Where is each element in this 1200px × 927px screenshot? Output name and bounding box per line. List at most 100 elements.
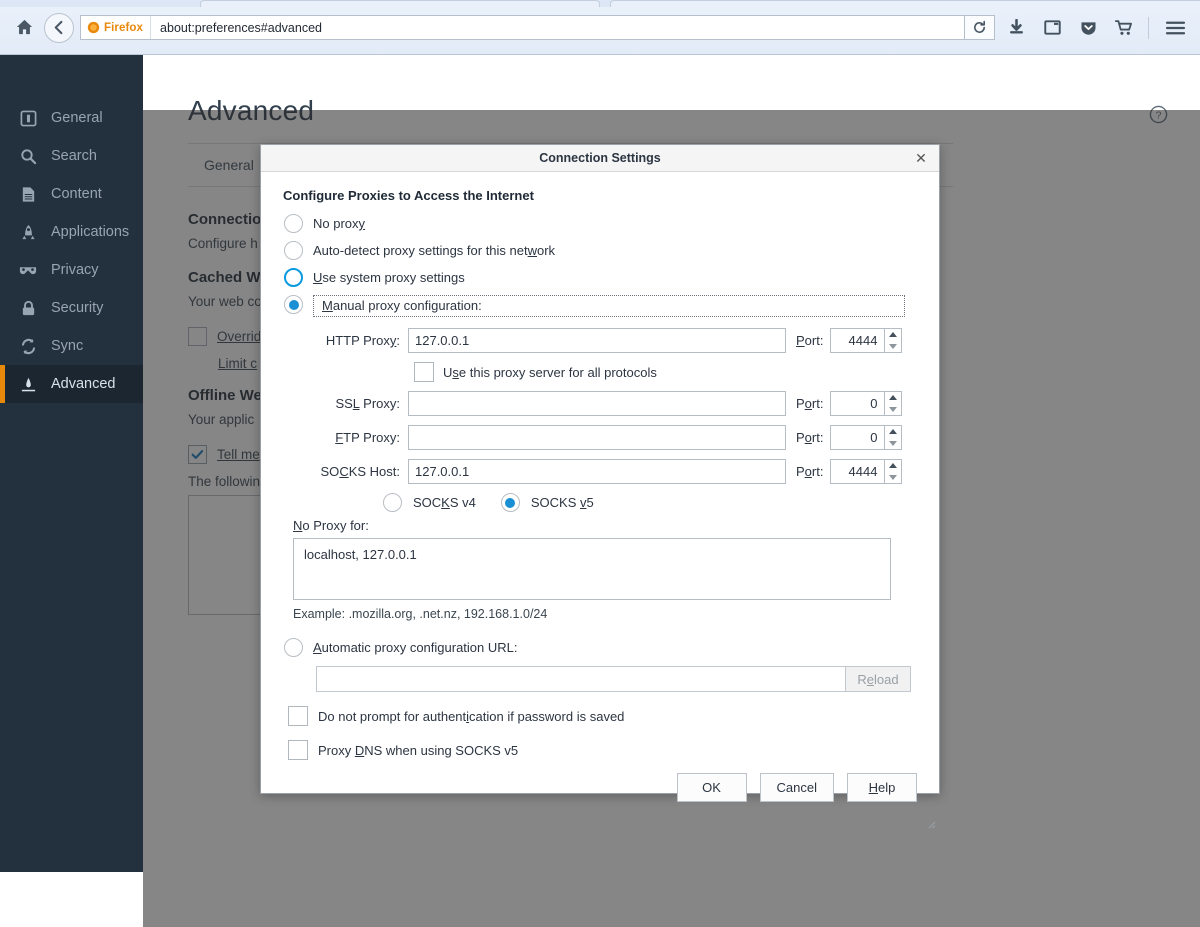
radio-label: No proxy xyxy=(313,216,365,231)
sidebar-item-search[interactable]: Search xyxy=(0,137,143,175)
preferences-sidebar: General Search Content Applications Priv xyxy=(0,55,143,872)
spinner-down-icon[interactable] xyxy=(889,441,897,446)
pocket-icon[interactable] xyxy=(1073,13,1103,43)
spinner-buttons[interactable] xyxy=(885,391,902,416)
back-arrow-icon xyxy=(52,20,67,35)
spinner-down-icon[interactable] xyxy=(889,407,897,412)
socks-v5-label: SOCKS v5 xyxy=(531,495,594,510)
http-port-input[interactable]: 4444 xyxy=(830,328,885,353)
radio-indicator[interactable] xyxy=(284,638,303,657)
tab-item[interactable] xyxy=(200,0,600,7)
no-proxy-for-textarea[interactable]: localhost, 127.0.0.1 xyxy=(293,538,891,600)
spinner-buttons[interactable] xyxy=(885,328,902,353)
hamburger-menu-icon[interactable] xyxy=(1160,13,1190,43)
proxy-dns-row[interactable]: Proxy DNS when using SOCKS v5 xyxy=(283,740,917,760)
pac-url-input[interactable] xyxy=(316,666,846,692)
no-auth-prompt-label: Do not prompt for authentication if pass… xyxy=(318,709,624,724)
browser-chrome: Firefox about:preferences#advanced xyxy=(0,0,1200,55)
no-proxy-example-text: Example: .mozilla.org, .net.nz, 192.168.… xyxy=(293,607,917,621)
radio-indicator[interactable] xyxy=(284,268,303,287)
dialog-resize-grip[interactable] xyxy=(924,816,936,828)
ftp-port-label: Port: xyxy=(786,430,830,445)
sidebar-item-advanced[interactable]: Advanced xyxy=(0,365,143,403)
socks-port-input[interactable]: 4444 xyxy=(830,459,885,484)
downloads-icon[interactable] xyxy=(1001,13,1031,43)
ssl-port-input[interactable]: 0 xyxy=(830,391,885,416)
firefox-logo-icon xyxy=(87,21,100,34)
cart-icon[interactable] xyxy=(1109,13,1139,43)
sidebar-item-content[interactable]: Content xyxy=(0,175,143,213)
sidebar-item-security[interactable]: Security xyxy=(0,289,143,327)
dialog-titlebar: Connection Settings ✕ xyxy=(261,145,939,172)
identity-label: Firefox xyxy=(104,22,143,34)
ftp-proxy-input[interactable] xyxy=(408,425,786,450)
connection-settings-dialog: Connection Settings ✕ Configure Proxies … xyxy=(260,144,940,794)
spinner-buttons[interactable] xyxy=(885,425,902,450)
pac-option-row: Automatic proxy configuration URL: Reloa… xyxy=(283,634,917,692)
dialog-footer: OK Cancel Help xyxy=(261,760,939,830)
dialog-body: Configure Proxies to Access the Internet… xyxy=(261,172,939,760)
http-proxy-input[interactable]: 127.0.0.1 xyxy=(408,328,786,353)
sidebar-item-sync[interactable]: Sync xyxy=(0,327,143,365)
spinner-up-icon[interactable] xyxy=(889,429,897,434)
radio-indicator[interactable] xyxy=(284,241,303,260)
sync-icon xyxy=(18,336,38,356)
home-icon[interactable] xyxy=(10,14,38,42)
sidebar-item-privacy[interactable]: Privacy xyxy=(0,251,143,289)
pac-reload-button[interactable]: Reload xyxy=(846,666,911,692)
use-for-all-protocols-row[interactable]: Use this proxy server for all protocols xyxy=(414,362,917,382)
radio-indicator[interactable] xyxy=(284,214,303,233)
use-for-all-protocols-checkbox[interactable] xyxy=(414,362,434,382)
socks-port-stepper[interactable]: 4444 xyxy=(830,459,902,484)
spinner-down-icon[interactable] xyxy=(889,475,897,480)
url-text[interactable]: about:preferences#advanced xyxy=(151,21,322,35)
no-auth-prompt-checkbox[interactable] xyxy=(288,706,308,726)
cancel-button[interactable]: Cancel xyxy=(760,773,834,802)
radio-label: Manual proxy configuration: xyxy=(322,298,482,313)
use-for-all-protocols-label: Use this proxy server for all protocols xyxy=(443,365,657,380)
radio-no-proxy[interactable]: No proxy xyxy=(283,210,917,237)
radio-label: Automatic proxy configuration URL: xyxy=(313,640,517,655)
sidebar-item-label: Applications xyxy=(51,224,129,240)
url-bar[interactable]: Firefox about:preferences#advanced xyxy=(80,15,965,40)
spinner-up-icon[interactable] xyxy=(889,395,897,400)
radio-automatic-pac[interactable]: Automatic proxy configuration URL: xyxy=(283,634,917,661)
help-button[interactable]: Help xyxy=(847,773,917,802)
proxy-dns-checkbox[interactable] xyxy=(288,740,308,760)
reload-icon[interactable] xyxy=(965,15,995,40)
sidebar-item-general[interactable]: General xyxy=(0,99,143,137)
close-icon[interactable]: ✕ xyxy=(912,149,930,167)
radio-use-system-proxy[interactable]: Use system proxy settings xyxy=(283,264,917,291)
general-icon xyxy=(18,108,38,128)
tab-item[interactable] xyxy=(610,0,1200,7)
radio-socks-v5[interactable] xyxy=(501,493,520,512)
ssl-proxy-input[interactable] xyxy=(408,391,786,416)
radio-auto-detect[interactable]: Auto-detect proxy settings for this netw… xyxy=(283,237,917,264)
spinner-buttons[interactable] xyxy=(885,459,902,484)
spinner-up-icon[interactable] xyxy=(889,332,897,337)
back-button[interactable] xyxy=(44,13,74,43)
spinner-down-icon[interactable] xyxy=(889,344,897,349)
radio-manual-proxy[interactable]: Manual proxy configuration: xyxy=(283,291,917,318)
ok-button[interactable]: OK xyxy=(677,773,747,802)
socks-host-row: SOCKS Host: 127.0.0.1 Port: 4444 xyxy=(283,459,917,484)
identity-box[interactable]: Firefox xyxy=(81,16,151,39)
http-proxy-label: HTTP Proxy: xyxy=(283,333,408,348)
no-proxy-for-label: No Proxy for: xyxy=(293,518,917,533)
sidebar-item-applications[interactable]: Applications xyxy=(0,213,143,251)
sidebar-icon[interactable] xyxy=(1037,13,1067,43)
socks-v4-label: SOCKS v4 xyxy=(413,495,476,510)
http-port-stepper[interactable]: 4444 xyxy=(830,328,902,353)
ftp-port-stepper[interactable]: 0 xyxy=(830,425,902,450)
radio-socks-v4[interactable] xyxy=(383,493,402,512)
ssl-proxy-label: SSL Proxy: xyxy=(283,396,408,411)
radio-indicator[interactable] xyxy=(284,295,303,314)
spinner-up-icon[interactable] xyxy=(889,463,897,468)
ftp-proxy-row: FTP Proxy: Port: 0 xyxy=(283,425,917,450)
socks-host-input[interactable]: 127.0.0.1 xyxy=(408,459,786,484)
ssl-port-stepper[interactable]: 0 xyxy=(830,391,902,416)
no-auth-prompt-row[interactable]: Do not prompt for authentication if pass… xyxy=(283,706,917,726)
ftp-port-input[interactable]: 0 xyxy=(830,425,885,450)
pac-url-row: Reload xyxy=(316,666,917,692)
privacy-mask-icon xyxy=(18,260,38,280)
